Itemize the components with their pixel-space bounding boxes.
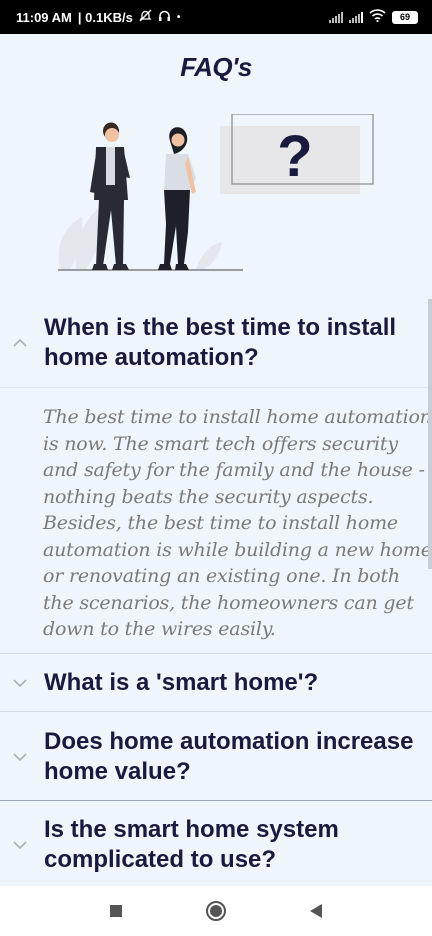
- faq-item-2[interactable]: What is a 'smart home'?: [0, 654, 432, 712]
- signal-icon-2: [349, 11, 363, 23]
- faq-item-4-header[interactable]: Is the smart home system complicated to …: [0, 801, 432, 886]
- question-mark-icon: ?: [277, 124, 312, 189]
- chevron-down-icon: [10, 841, 30, 849]
- faq-item-2-header[interactable]: What is a 'smart home'?: [0, 654, 432, 712]
- scrollbar[interactable]: [428, 299, 432, 569]
- faq-item-3[interactable]: Does home automation increase home value…: [0, 712, 432, 801]
- circle-icon: [206, 901, 226, 921]
- faq-item-4[interactable]: Is the smart home system complicated to …: [0, 801, 432, 886]
- dot-icon: •: [176, 11, 181, 23]
- chevron-up-icon: [10, 338, 30, 347]
- chevron-down-icon: [10, 679, 30, 687]
- page-title: FAQ's: [180, 52, 252, 82]
- content-area: FAQ's ? When is the best time to install…: [0, 34, 432, 886]
- headphones-icon: [158, 9, 171, 25]
- status-time: 11:09 AM: [16, 9, 72, 25]
- mute-icon: [139, 9, 152, 25]
- faq-question-4: Is the smart home system complicated to …: [44, 816, 339, 873]
- square-icon: [110, 905, 122, 917]
- signal-icon: [329, 11, 343, 23]
- faq-item-1: When is the best time to install home au…: [0, 298, 432, 654]
- woman-figure: [158, 127, 196, 270]
- leaves-decoration: [58, 206, 222, 269]
- faq-question-3: Does home automation increase home value…: [44, 727, 414, 785]
- faq-item-1-header[interactable]: When is the best time to install home au…: [0, 298, 432, 388]
- status-bar: 11:09 AM | 0.1KB/s • 69: [0, 0, 432, 34]
- status-left: 11:09 AM | 0.1KB/s •: [16, 9, 180, 25]
- recent-apps-button[interactable]: [102, 897, 130, 925]
- system-nav-bar: [0, 886, 432, 936]
- faq-question-1: When is the best time to install home au…: [44, 313, 397, 371]
- wifi-icon: [369, 9, 386, 25]
- status-right: 69: [329, 9, 418, 25]
- status-net-speed: | 0.1KB/s: [77, 9, 133, 25]
- home-button[interactable]: [202, 897, 230, 925]
- faq-item-3-header[interactable]: Does home automation increase home value…: [0, 712, 432, 801]
- triangle-back-icon: [310, 904, 322, 918]
- chevron-down-icon: [10, 752, 30, 761]
- faq-question-2: What is a 'smart home'?: [44, 669, 319, 696]
- faq-answer-1: The best time to install home automation…: [43, 406, 432, 640]
- battery-indicator: 69: [392, 10, 418, 24]
- faq-illustration: ?: [56, 113, 376, 274]
- back-button[interactable]: [302, 897, 330, 925]
